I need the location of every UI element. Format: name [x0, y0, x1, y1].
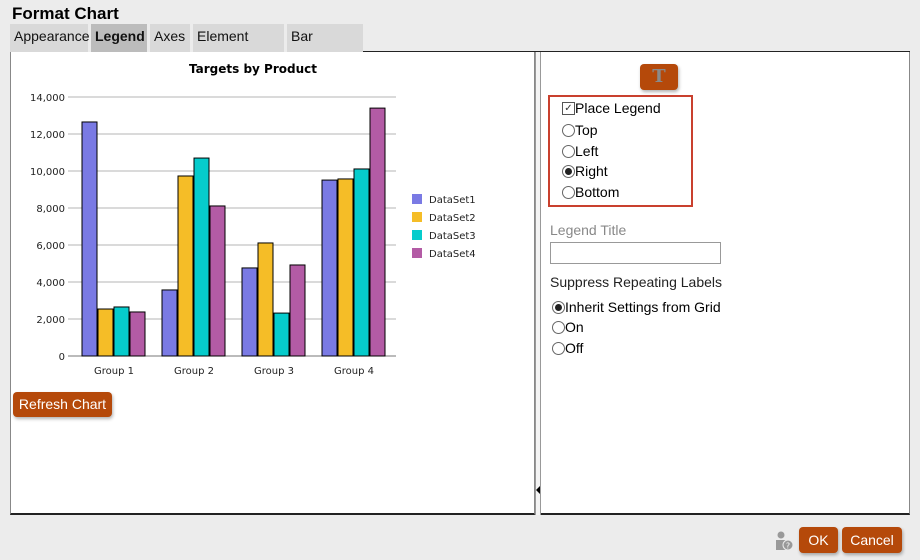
bar-chart: Targets by Product 0 2,000 4,000 6,000 8,000…	[30, 62, 476, 377]
checkmark-icon: ✓	[562, 101, 575, 115]
bar	[257, 242, 274, 357]
legend-title-input[interactable]	[550, 242, 721, 264]
cancel-button[interactable]: Cancel	[842, 527, 902, 553]
radio-label: Right	[575, 163, 608, 179]
y-tick-label: 12,000	[30, 130, 65, 141]
bar	[321, 179, 338, 357]
svg-text:?: ?	[786, 542, 790, 551]
radio-label: On	[565, 319, 584, 335]
radio-label: Off	[565, 340, 584, 356]
bar	[353, 168, 370, 357]
radio-label: Inherit Settings from Grid	[565, 299, 721, 315]
bar	[241, 267, 258, 357]
bar	[129, 311, 146, 357]
legend-title-label: Legend Title	[550, 222, 627, 238]
ok-button[interactable]: OK	[799, 527, 838, 553]
y-tick-label: 6,000	[36, 241, 65, 252]
bar	[113, 306, 130, 357]
collapse-arrow-icon[interactable]	[536, 486, 540, 494]
y-tick-label: 0	[59, 352, 65, 363]
radio-right[interactable]: Right	[562, 163, 608, 179]
bar	[161, 289, 178, 357]
bar	[193, 157, 210, 357]
radio-on[interactable]: On	[552, 319, 584, 335]
place-legend-label: Place Legend	[575, 100, 661, 116]
radio-left[interactable]: Left	[562, 143, 598, 159]
x-tick-label: Group 2	[174, 366, 214, 377]
legend-item: DataSet4	[429, 249, 476, 260]
y-tick-label: 8,000	[36, 204, 65, 215]
radio-inherit[interactable]: Inherit Settings from Grid	[552, 299, 721, 315]
bar	[209, 205, 226, 357]
place-legend-checkbox[interactable]: ✓ Place Legend	[562, 100, 661, 116]
legend-swatch	[412, 212, 422, 222]
radio-label: Top	[575, 122, 598, 138]
legend-item: DataSet2	[429, 213, 476, 224]
radio-top[interactable]: Top	[562, 122, 598, 138]
bar	[289, 264, 306, 357]
legend-item: DataSet3	[429, 231, 476, 242]
font-format-button[interactable]: T	[640, 64, 678, 90]
radio-label: Bottom	[575, 184, 620, 200]
legend-swatch	[412, 248, 422, 258]
y-tick-label: 14,000	[30, 93, 65, 104]
x-tick-label: Group 1	[94, 366, 134, 377]
y-tick-label: 2,000	[36, 315, 65, 326]
bar	[81, 121, 98, 357]
legend-item: DataSet1	[429, 195, 476, 206]
legend-swatch	[412, 230, 422, 240]
y-tick-label: 4,000	[36, 278, 65, 289]
radio-off[interactable]: Off	[552, 340, 583, 356]
bar	[337, 178, 354, 357]
bar	[273, 312, 290, 357]
user-help-icon[interactable]: ?	[775, 531, 793, 551]
y-tick-label: 10,000	[30, 167, 65, 178]
bar	[97, 308, 114, 357]
refresh-chart-button[interactable]: Refresh Chart	[13, 392, 112, 417]
x-tick-label: Group 3	[254, 366, 294, 377]
chart-title: Targets by Product	[189, 62, 317, 76]
bar	[369, 107, 386, 357]
suppress-label: Suppress Repeating Labels	[550, 274, 723, 290]
radio-label: Left	[575, 143, 599, 159]
x-tick-label: Group 4	[334, 366, 374, 377]
bar	[177, 175, 194, 357]
radio-bottom[interactable]: Bottom	[562, 184, 619, 200]
legend-swatch	[412, 194, 422, 204]
